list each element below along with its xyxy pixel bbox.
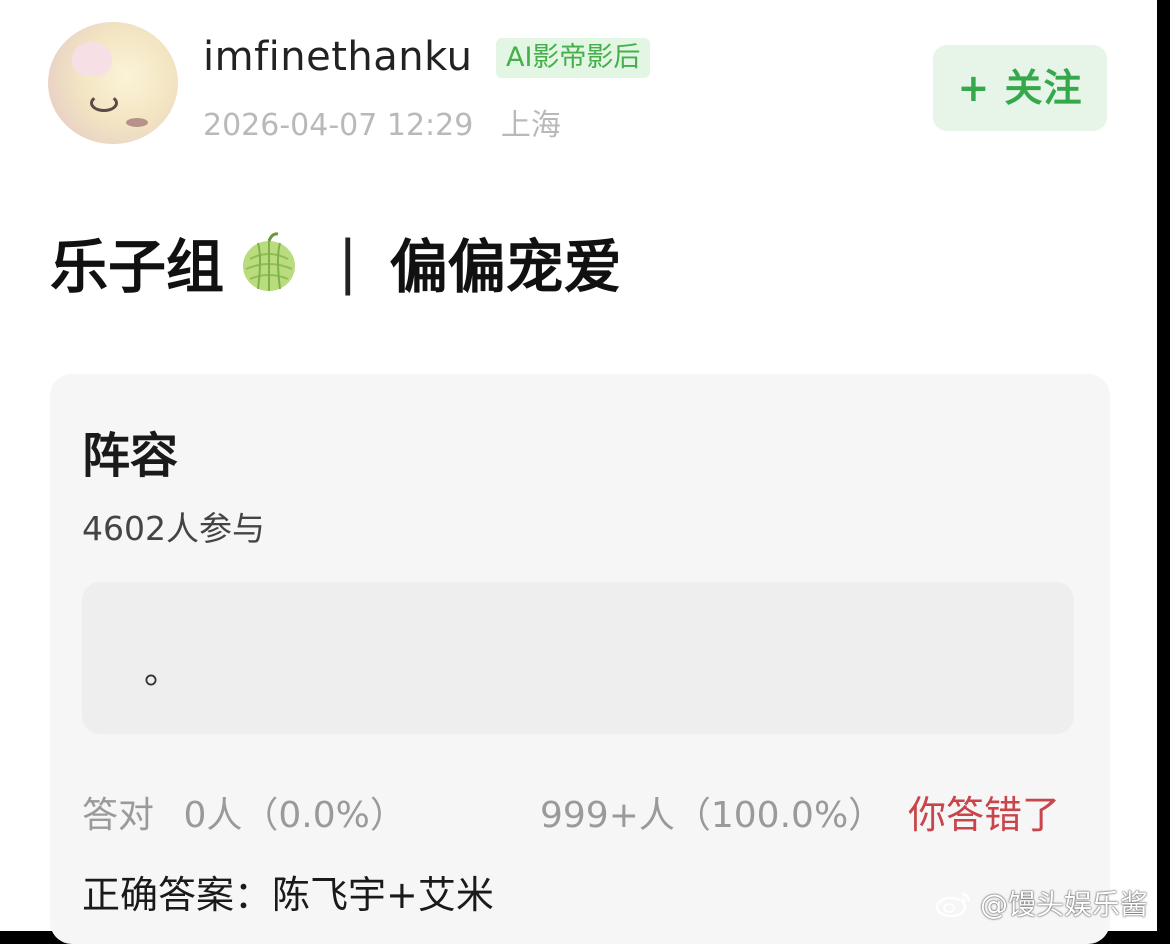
avatar-art [72, 42, 112, 76]
user-avatar[interactable] [48, 22, 178, 144]
quiz-option-text: 。 [144, 651, 181, 692]
post-location: 上海 [500, 108, 561, 143]
follow-button[interactable]: + 关注 [933, 45, 1107, 131]
user-badge: AI影帝影后 [496, 38, 651, 78]
melon-icon [236, 229, 302, 295]
username[interactable]: imfinethanku [203, 34, 472, 80]
quiz-participants: 4602人参与 [82, 509, 265, 548]
quiz-option[interactable] [82, 582, 1074, 734]
post-title: 乐子组 | 偏偏宠爱 [50, 222, 622, 302]
watermark: @馒头娱乐酱 [934, 886, 1149, 921]
correct-label: 答对 [82, 795, 155, 836]
post-title-right: 偏偏宠爱 [389, 233, 622, 301]
quiz-other-stats: 999+人（100.0%） [540, 795, 885, 836]
post-meta: 2026-04-07 12:29 上海 [203, 100, 561, 144]
quiz-title: 阵容 [82, 428, 179, 484]
quiz-correct-stats: 答对 0人（0.0%） [82, 786, 406, 838]
correct-count: 0人（0.0%） [183, 795, 406, 836]
quiz-result: 你答错了 [908, 793, 1061, 837]
title-separator: | [338, 228, 358, 296]
correct-answer: 正确答案：陈飞宇+艾米 [82, 873, 494, 917]
avatar-art [90, 94, 118, 112]
post-date: 2026-04-07 12:29 [203, 108, 474, 143]
post-screen: imfinethanku AI影帝影后 2026-04-07 12:29 上海 … [0, 0, 1157, 944]
watermark-text: @馒头娱乐酱 [980, 888, 1149, 921]
weibo-logo-icon [935, 892, 971, 918]
post-title-left: 乐子组 [50, 233, 225, 301]
avatar-art [126, 118, 148, 127]
